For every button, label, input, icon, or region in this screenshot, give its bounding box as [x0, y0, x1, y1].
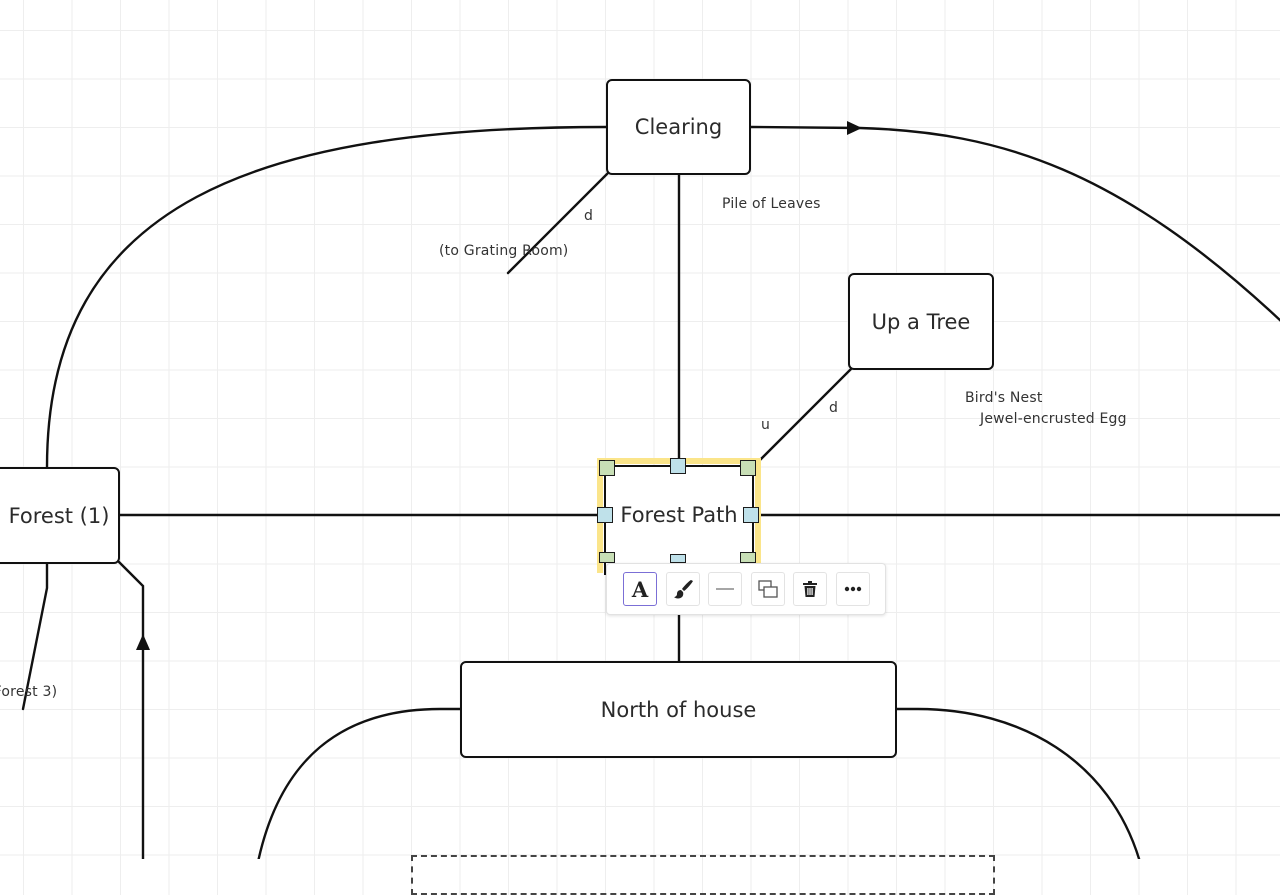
- connector-north-of-house-west[interactable]: [257, 707, 463, 859]
- connect-handle-right[interactable]: [743, 507, 759, 523]
- connector-clearing-east[interactable]: [749, 125, 1280, 322]
- item-label-birds-nest: Bird's Nest: [965, 390, 1043, 406]
- room-north-of-house[interactable]: North of house: [460, 661, 897, 758]
- trash-icon: [803, 581, 817, 597]
- connector-north-of-house-east[interactable]: [894, 707, 1141, 859]
- connector-forestpath-uptree[interactable]: [754, 367, 853, 466]
- more-icon: [844, 586, 861, 592]
- resize-handle-top-left[interactable]: [599, 460, 615, 476]
- item-label-pile-of-leaves: Pile of Leaves: [722, 196, 821, 212]
- line-icon: [716, 588, 734, 590]
- connector-south-forest1[interactable]: [117, 560, 145, 859]
- shape-toolbar: A: [606, 563, 886, 615]
- resize-handle-top-right[interactable]: [740, 460, 756, 476]
- room-up-a-tree[interactable]: Up a Tree: [848, 273, 994, 370]
- arrowhead-east: [847, 121, 862, 135]
- style-button[interactable]: [665, 572, 700, 606]
- stub-label-grating-room: (to Grating Room): [439, 243, 569, 259]
- text-format-button[interactable]: A: [623, 572, 657, 606]
- arrowhead-up: [136, 634, 150, 650]
- resize-handle-bottom-right[interactable]: [740, 552, 756, 563]
- exit-label-u: u: [761, 417, 771, 433]
- room-label: Up a Tree: [871, 309, 971, 334]
- connector-clearing-forest1[interactable]: [45, 125, 608, 469]
- connect-handle-bottom[interactable]: [670, 554, 686, 563]
- exit-label-d: d: [829, 400, 839, 416]
- room-label: North of house: [600, 697, 757, 722]
- room-clearing[interactable]: Clearing: [606, 79, 751, 175]
- stub-label-forest-3: (Forest 3): [0, 684, 58, 700]
- layers-icon: [757, 580, 778, 598]
- room-label: Forest Path: [620, 503, 738, 527]
- room-label: Clearing: [634, 115, 723, 139]
- exit-label-d: d: [584, 208, 594, 224]
- connect-handle-top[interactable]: [670, 458, 686, 474]
- paintbrush-icon: [673, 580, 693, 599]
- arrange-button[interactable]: [750, 572, 785, 606]
- room-label: Forest (1): [8, 503, 110, 528]
- text-format-icon: A: [631, 576, 649, 602]
- line-button[interactable]: [708, 572, 742, 606]
- item-label-jewel-egg: Jewel-encrusted Egg: [980, 411, 1127, 427]
- more-button[interactable]: [835, 572, 870, 606]
- connect-handle-left[interactable]: [597, 507, 613, 523]
- room-forest-1[interactable]: Forest (1): [0, 467, 120, 564]
- resize-handle-bottom-left[interactable]: [599, 552, 615, 563]
- delete-button[interactable]: [793, 572, 827, 606]
- dashed-region[interactable]: [411, 855, 995, 895]
